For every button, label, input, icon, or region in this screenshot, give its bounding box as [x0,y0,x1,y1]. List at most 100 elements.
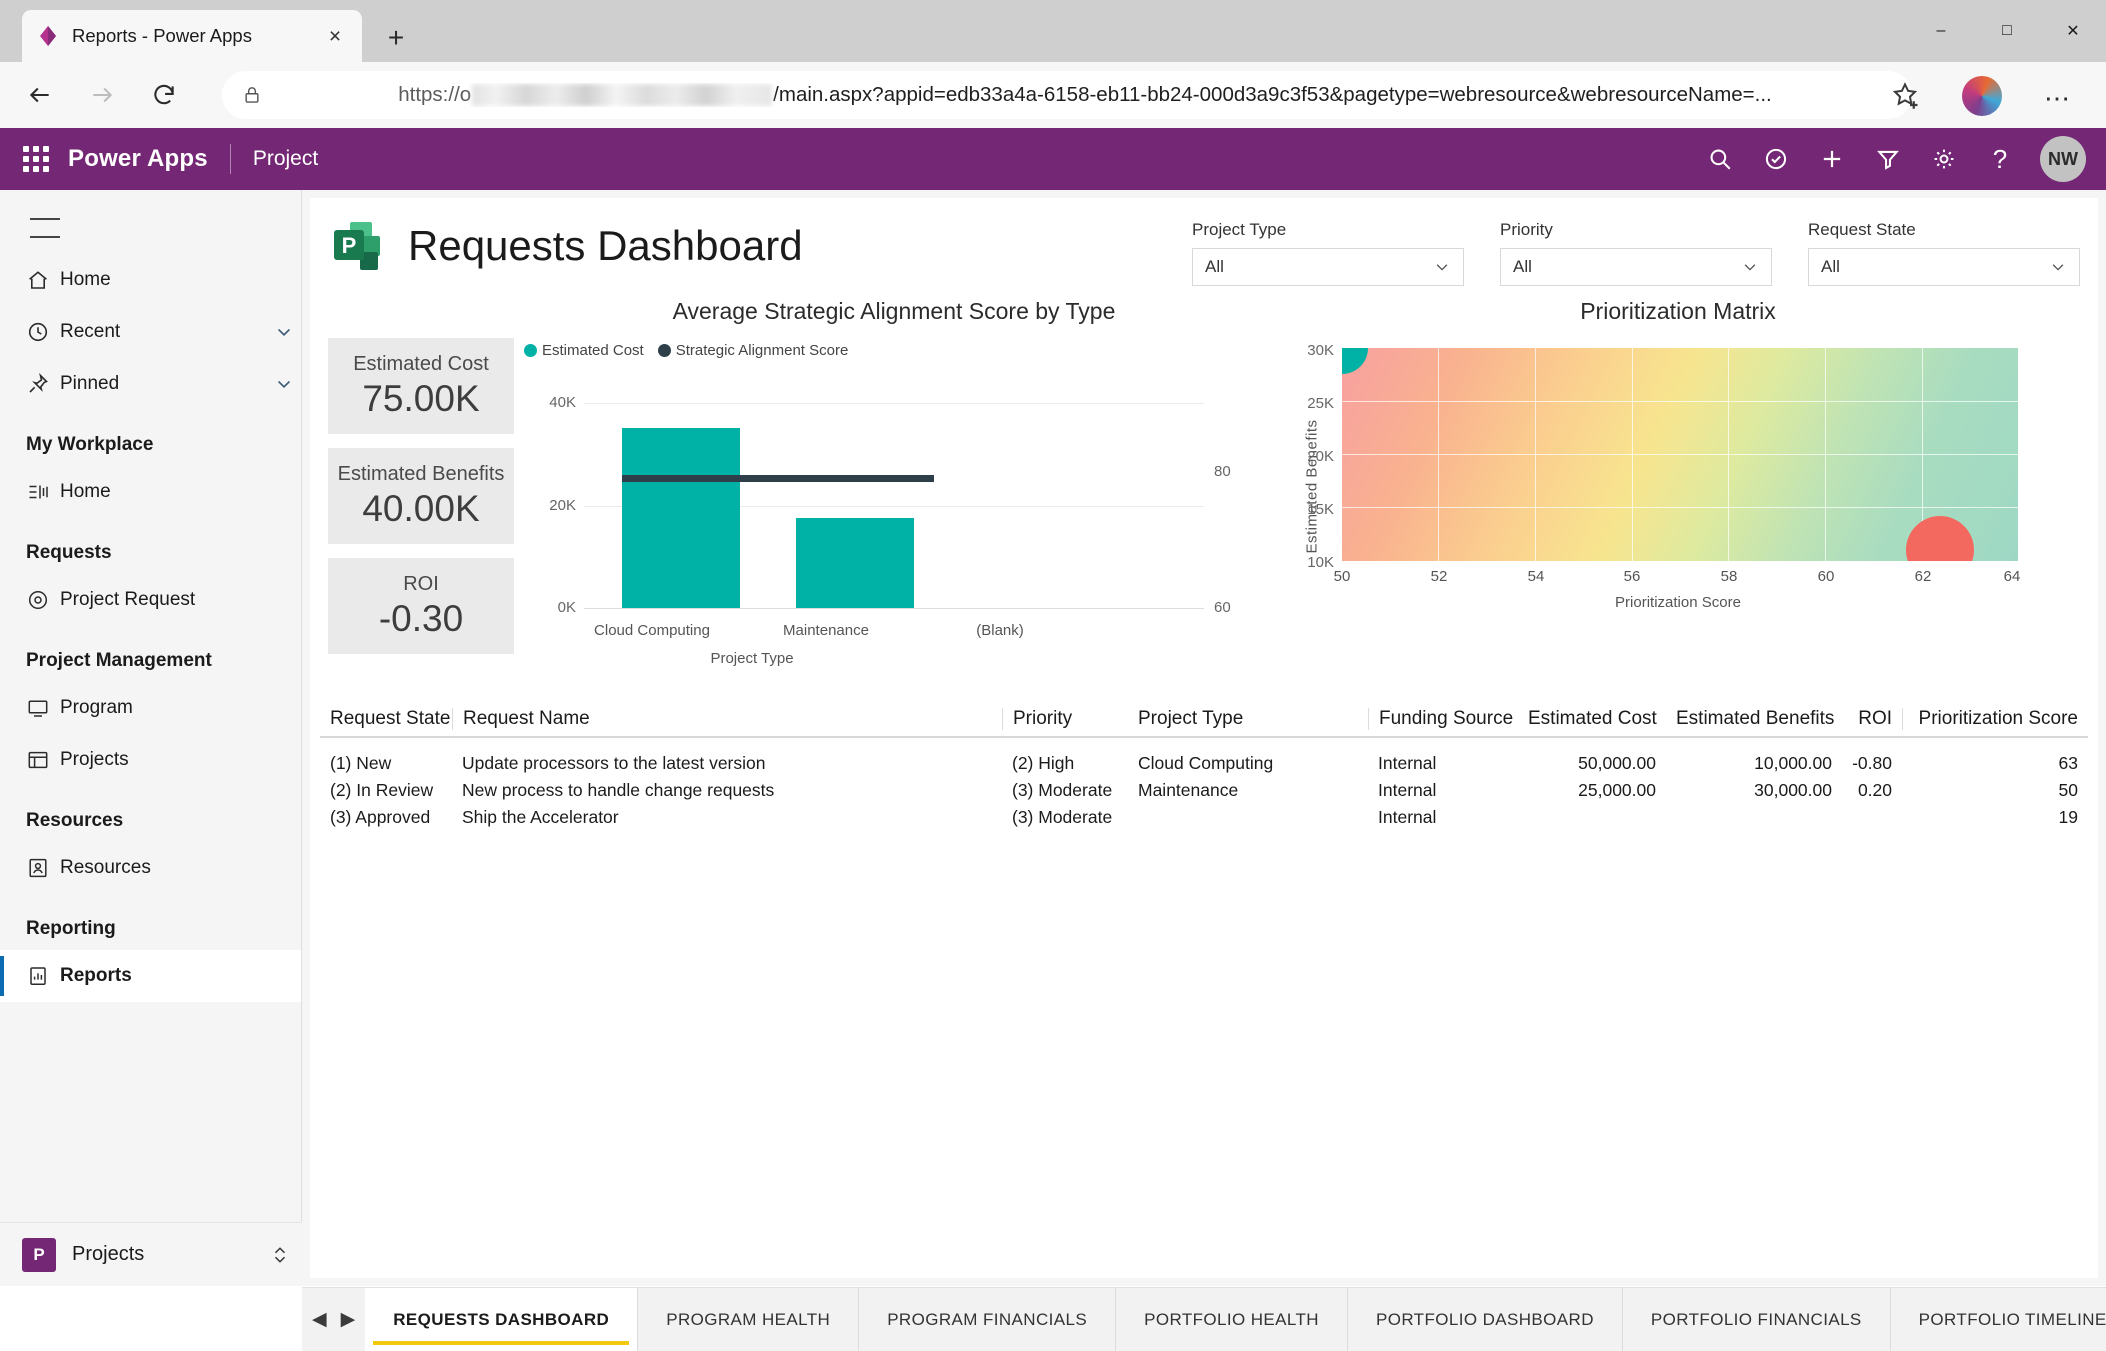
priority-select[interactable]: All [1500,248,1772,286]
new-tab-button[interactable]: + [378,20,414,56]
app-launcher-icon[interactable] [18,141,54,177]
header-actions: ? NW [1694,133,2106,185]
cell-request-state: (2) In Review [320,780,452,801]
filter-label: Project Type [1192,220,1464,240]
back-icon[interactable] [18,73,62,117]
sidebar-item-pinned[interactable]: Pinned [0,358,301,410]
kpi-roi[interactable]: ROI -0.30 [328,558,514,654]
program-icon [26,696,60,720]
chart-title: Prioritization Matrix [1278,298,2078,325]
column-header-funding-source[interactable]: Funding Source [1368,708,1518,730]
reload-icon[interactable] [142,73,186,117]
next-page-icon[interactable]: ▶ [341,1308,356,1331]
help-icon[interactable]: ? [1974,133,2026,185]
column-header-request-name[interactable]: Request Name [452,708,1002,730]
column-header-roi[interactable]: ROI [1842,708,1902,730]
column-header-label: Prioritization Score [1919,708,2078,729]
tab-portfolio-financials[interactable]: PORTFOLIO FINANCIALS [1623,1288,1891,1351]
tab-requests-dashboard[interactable]: REQUESTS DASHBOARD [365,1288,638,1351]
plus-icon[interactable] [1806,133,1858,185]
sidebar-collapse-icon[interactable] [30,218,60,238]
bar-cloud-computing[interactable] [622,428,740,608]
sidebar-item-program[interactable]: Program [0,682,301,734]
chevron-down-icon[interactable] [267,374,301,394]
app-name-label[interactable]: Project [253,147,318,171]
browser-profile-avatar[interactable] [1962,76,2002,116]
search-icon[interactable] [1694,133,1746,185]
minimize-button[interactable]: – [1908,0,1974,62]
close-tab-icon[interactable]: × [322,23,348,49]
main-content: P Requests Dashboard Project Type All Pr… [302,190,2106,1286]
column-header-estimated-benefits[interactable]: Estimated Benefits [1666,708,1842,730]
add-favorite-icon[interactable] [1890,80,1922,112]
table-row[interactable]: (2) In Review New process to handle chan… [320,777,2088,804]
column-header-prioritization-score[interactable]: Prioritization Score ▾ [1902,708,2088,730]
power-apps-header: Power Apps Project ? NW [0,128,2106,190]
url-redacted-host [472,84,772,106]
kpi-value: 40.00K [362,488,479,530]
browser-tab[interactable]: Reports - Power Apps × [22,10,362,62]
x-axis-tick-cloud-computing: Cloud Computing [562,622,742,639]
x-axis-title: Prioritization Score [1548,594,1808,611]
previous-page-icon[interactable]: ◀ [312,1308,327,1331]
legend-item-estimated-cost[interactable]: Estimated Cost [524,342,644,359]
tab-portfolio-dashboard[interactable]: PORTFOLIO DASHBOARD [1348,1288,1623,1351]
y-axis-tick: 30K [1278,342,1334,359]
line-strategic-alignment-score[interactable] [622,475,934,482]
maximize-button[interactable]: □ [1974,0,2040,62]
kpi-estimated-benefits[interactable]: Estimated Benefits 40.00K [328,448,514,544]
gear-icon[interactable] [1918,133,1970,185]
table-row[interactable]: (1) New Update processors to the latest … [320,750,2088,777]
filter-request-state: Request State All [1808,220,2080,286]
sidebar-item-home[interactable]: Home [0,254,301,306]
column-header-request-state[interactable]: Request State [320,708,452,730]
kpi-label: Estimated Cost [353,353,489,376]
report-canvas: P Requests Dashboard Project Type All Pr… [310,198,2098,1278]
avatar[interactable]: NW [2040,136,2086,182]
tab-program-health[interactable]: PROGRAM HEALTH [638,1288,859,1351]
legend-item-strategic-alignment-score[interactable]: Strategic Alignment Score [658,342,849,359]
chevron-down-icon[interactable] [267,322,301,342]
projects-icon [26,748,60,772]
bar-maintenance[interactable] [796,518,914,608]
x-axis-tick-blank: (Blank) [910,622,1090,639]
window-controls: – □ ✕ [1908,0,2106,62]
sidebar-item-label: Pinned [60,373,267,395]
cell-estimated-benefits: 30,000.00 [1666,780,1842,801]
app-switcher-chevron-icon[interactable] [258,1244,302,1266]
table-row[interactable]: (3) Approved Ship the Accelerator (3) Mo… [320,804,2088,831]
x-axis-tick: 54 [1516,568,1556,585]
sidebar-item-project-request[interactable]: Project Request [0,574,301,626]
tab-portfolio-timeline[interactable]: PORTFOLIO TIMELINE [1891,1288,2106,1351]
sidebar-item-recent[interactable]: Recent [0,306,301,358]
sidebar-item-label: Project Request [60,589,301,611]
tab-program-financials[interactable]: PROGRAM FINANCIALS [859,1288,1116,1351]
column-header-estimated-cost[interactable]: Estimated Cost [1518,708,1666,730]
bubble-update-processors-to-latest-version[interactable] [1906,516,1974,561]
tab-portfolio-health[interactable]: PORTFOLIO HEALTH [1116,1288,1348,1351]
sidebar-item-label: Home [60,481,301,503]
legend-swatch [658,344,671,357]
x-axis-tick: 60 [1806,568,1846,585]
chart-prioritization-matrix[interactable]: Prioritization Matrix Estimated Benefits… [1278,298,2078,688]
check-circle-icon[interactable] [1750,133,1802,185]
kpi-estimated-cost[interactable]: Estimated Cost 75.00K [328,338,514,434]
request-state-select[interactable]: All [1808,248,2080,286]
project-type-select[interactable]: All [1192,248,1464,286]
column-header-priority[interactable]: Priority [1002,708,1128,730]
sidebar-item-projects[interactable]: Projects [0,734,301,786]
browser-more-icon[interactable]: ⋯ [2040,80,2076,116]
sidebar-item-resources[interactable]: Resources [0,842,301,894]
column-header-project-type[interactable]: Project Type [1128,708,1368,730]
bubble-new-process-to-handle-change-requests[interactable] [1342,348,1368,374]
sidebar-item-reports[interactable]: Reports [0,950,301,1002]
sidebar-footer[interactable]: P Projects [0,1222,302,1286]
power-apps-brand[interactable]: Power Apps [68,145,208,173]
forward-icon[interactable] [80,73,124,117]
filter-icon[interactable] [1862,133,1914,185]
sidebar-item-workplace-home[interactable]: Home [0,466,301,518]
x-axis-tick: 58 [1709,568,1749,585]
chart-avg-strategic-alignment[interactable]: Average Strategic Alignment Score by Typ… [524,298,1264,688]
close-window-button[interactable]: ✕ [2040,0,2106,62]
address-bar[interactable]: https://o/main.aspx?appid=edb33a4a-6158-… [222,71,1912,119]
